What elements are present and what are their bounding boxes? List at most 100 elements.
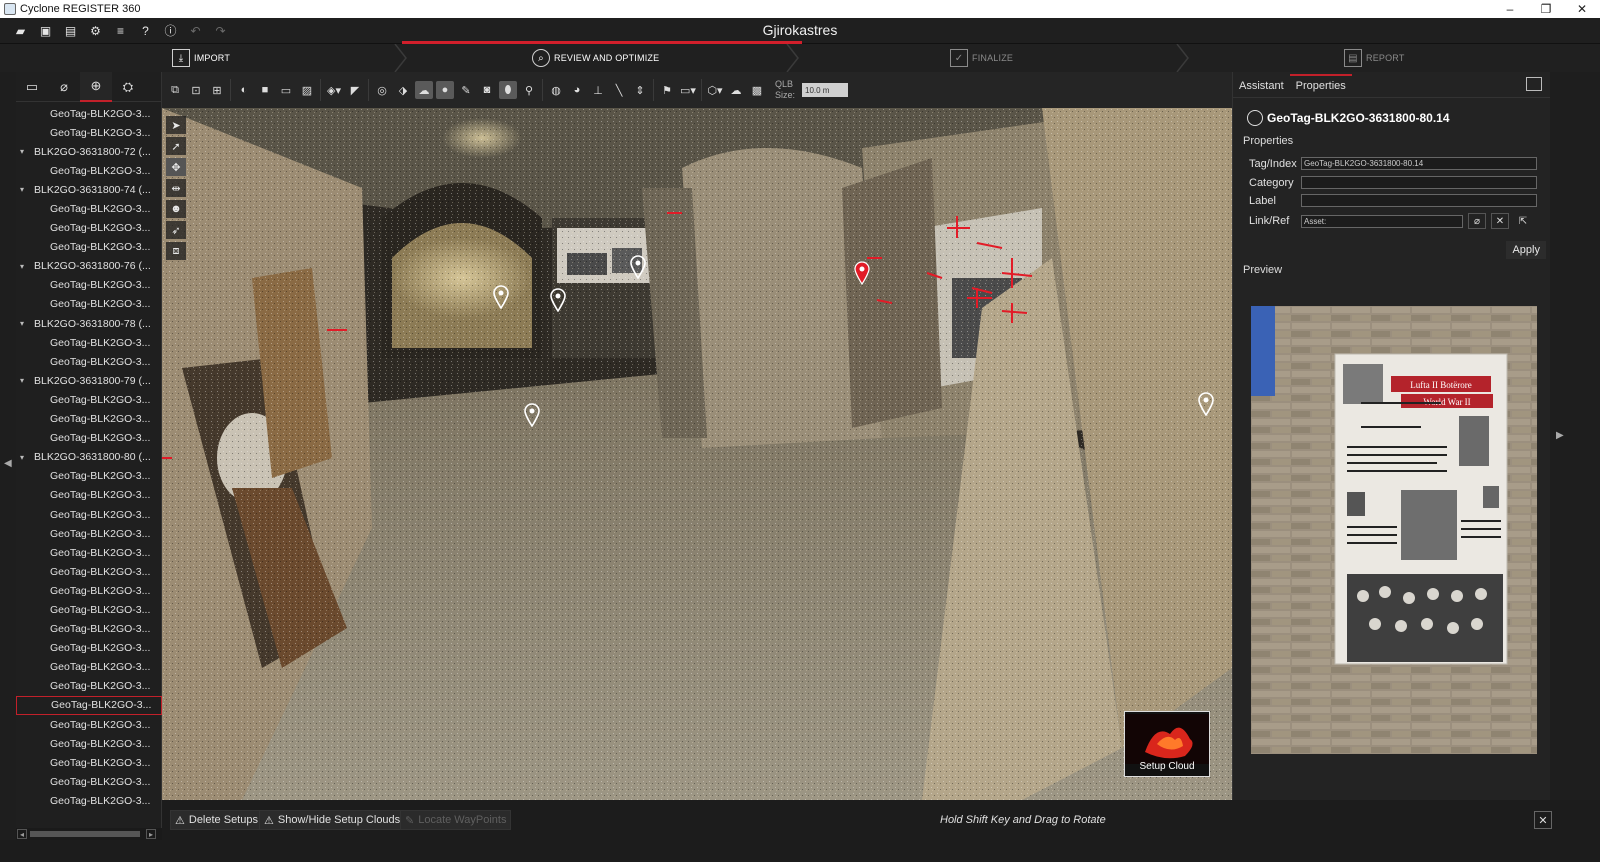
tree-item-row[interactable]: GeoTag-BLK2GO-3... xyxy=(16,410,162,429)
walk-icon[interactable]: ☻ xyxy=(166,200,186,218)
render-mode-icon[interactable]: ◐ xyxy=(235,81,253,99)
tree-item-row[interactable]: GeoTag-BLK2GO-3... xyxy=(16,791,162,810)
tag-index-field[interactable]: GeoTag-BLK2GO-3631800-80.14 xyxy=(1301,157,1537,170)
globe-icon[interactable]: ◍ xyxy=(547,81,565,99)
apply-button[interactable]: Apply xyxy=(1506,241,1546,259)
tree-item-row[interactable]: GeoTag-BLK2GO-3... xyxy=(16,238,162,257)
orbit-icon[interactable]: ✥ xyxy=(166,158,186,176)
target-icon[interactable]: ◎ xyxy=(373,81,391,99)
show-hide-setup-clouds-button[interactable]: ⚠ Show/Hide Setup Clouds xyxy=(259,810,406,830)
collapse-right-panel-icon[interactable]: ▶ xyxy=(1556,430,1564,441)
delete-setups-button[interactable]: ⚠ Delete Setups xyxy=(170,810,263,830)
tree-item-row[interactable]: GeoTag-BLK2GO-3... xyxy=(16,772,162,791)
sphere-icon[interactable]: ● xyxy=(436,81,454,99)
tree-group-row[interactable]: ▾ BLK2GO-3631800-80 (... xyxy=(16,448,162,467)
tree-item-row[interactable]: GeoTag-BLK2GO-3... xyxy=(16,695,162,715)
tree-item-row[interactable]: GeoTag-BLK2GO-3... xyxy=(16,219,162,238)
close-window-button[interactable]: ✕ xyxy=(1564,0,1600,18)
section-icon[interactable]: ◤ xyxy=(346,81,364,99)
geotag-tab-icon[interactable]: ⊕ xyxy=(80,72,112,102)
pencil-icon[interactable]: ✎ xyxy=(457,81,475,99)
tree-item-row[interactable]: GeoTag-BLK2GO-3... xyxy=(16,104,162,123)
camera-icon[interactable]: ◙ xyxy=(478,81,496,99)
tree-item-row[interactable]: GeoTag-BLK2GO-3... xyxy=(16,581,162,600)
tree-item-row[interactable]: GeoTag-BLK2GO-3... xyxy=(16,123,162,142)
horizontal-scrollbar[interactable]: ◂ ▸ xyxy=(16,828,162,840)
link-ref-field[interactable]: Asset: xyxy=(1301,214,1463,228)
clouds-icon[interactable]: ☁ xyxy=(727,81,745,99)
tree-item-row[interactable]: GeoTag-BLK2GO-3... xyxy=(16,715,162,734)
expand-triangle-icon[interactable]: ▾ xyxy=(20,319,34,328)
attach-link-icon[interactable]: ⌀ xyxy=(1468,213,1486,229)
expand-triangle-icon[interactable]: ▾ xyxy=(20,262,34,271)
open-folder-icon[interactable]: ▰ xyxy=(12,22,29,39)
geotag-pin-marker[interactable] xyxy=(493,285,509,309)
setup-cloud-button[interactable]: Setup Cloud xyxy=(1124,711,1210,777)
tree-item-row[interactable]: GeoTag-BLK2GO-3... xyxy=(16,524,162,543)
tree-item-row[interactable]: GeoTag-BLK2GO-3... xyxy=(16,429,162,448)
tree-group-row[interactable]: ▾ BLK2GO-3631800-74 (... xyxy=(16,180,162,199)
links-tab-icon[interactable]: ⌀ xyxy=(48,72,80,102)
tree-item-row[interactable]: GeoTag-BLK2GO-3... xyxy=(16,734,162,753)
locate-waypoints-button[interactable]: ✎ Locate WayPoints xyxy=(400,810,512,830)
tree-item-row[interactable]: GeoTag-BLK2GO-3... xyxy=(16,562,162,581)
qlb-size-input[interactable]: 10.0 m xyxy=(802,83,849,97)
tree-item-row[interactable]: GeoTag-BLK2GO-3... xyxy=(16,390,162,409)
globe-pin-icon[interactable]: ◕ xyxy=(568,81,586,99)
expand-triangle-icon[interactable]: ▾ xyxy=(20,376,34,385)
collapse-left-panel-icon[interactable]: ◀ xyxy=(4,458,12,469)
step-review-and-optimize[interactable]: ⌕ REVIEW AND OPTIMIZE xyxy=(532,44,659,72)
expand-triangle-icon[interactable]: ▾ xyxy=(20,147,34,156)
selected-geotag-pin-marker[interactable] xyxy=(854,261,870,285)
tree-item-row[interactable]: GeoTag-BLK2GO-3... xyxy=(16,753,162,772)
leveling-icon[interactable]: ⇕ xyxy=(631,81,649,99)
tree-item-row[interactable]: GeoTag-BLK2GO-3... xyxy=(16,352,162,371)
measure-icon[interactable]: ╲ xyxy=(610,81,628,99)
walkthrough-icon[interactable]: ⚑ xyxy=(658,81,676,99)
minimize-button[interactable]: – xyxy=(1492,0,1528,18)
category-field[interactable] xyxy=(1301,176,1537,189)
scrollbar-thumb[interactable] xyxy=(30,831,140,837)
qlb-icon[interactable]: ▩ xyxy=(748,81,766,99)
cube-dropdown-icon[interactable]: ⬡▾ xyxy=(706,81,724,99)
limit-box-icon[interactable]: ▭ xyxy=(277,81,295,99)
zoom-extents-icon[interactable]: ⊞ xyxy=(208,81,226,99)
scroll-right-icon[interactable]: ▸ xyxy=(146,829,156,839)
tree-item-row[interactable]: GeoTag-BLK2GO-3... xyxy=(16,333,162,352)
cloud-icon[interactable]: ☁ xyxy=(415,81,433,99)
tab-properties[interactable]: Properties xyxy=(1289,74,1352,97)
step-import[interactable]: ⤓ IMPORT xyxy=(172,44,230,72)
tree-item-row[interactable]: GeoTag-BLK2GO-3... xyxy=(16,620,162,639)
view-cube-icon[interactable]: ⧉ xyxy=(166,81,184,99)
point-cloud-viewport[interactable] xyxy=(162,108,1232,800)
expand-triangle-icon[interactable]: ▾ xyxy=(20,185,34,194)
expand-triangle-icon[interactable]: ▾ xyxy=(20,453,34,462)
setups-tab-icon[interactable]: ▭ xyxy=(16,72,48,102)
geotag-pin-marker[interactable] xyxy=(524,403,540,427)
tree-item-row[interactable]: GeoTag-BLK2GO-3... xyxy=(16,161,162,180)
display-dropdown-icon[interactable]: ▭▾ xyxy=(679,81,697,99)
geotag-pin-marker[interactable] xyxy=(1198,392,1214,416)
view-box-icon[interactable]: ⧈ xyxy=(166,242,186,260)
box-view-icon[interactable]: ■ xyxy=(256,81,274,99)
gear-icon[interactable]: ⚙ xyxy=(87,22,104,39)
geotag-pin-marker[interactable] xyxy=(550,288,566,312)
tree-item-row[interactable]: GeoTag-BLK2GO-3... xyxy=(16,276,162,295)
axes-icon[interactable]: ⊥ xyxy=(589,81,607,99)
tree-group-row[interactable]: ▾ BLK2GO-3631800-72 (... xyxy=(16,142,162,161)
redo-icon[interactable]: ↷ xyxy=(212,22,229,39)
clear-link-icon[interactable]: ✕ xyxy=(1491,213,1509,229)
visibility-dropdown-icon[interactable]: ◈▾ xyxy=(325,81,343,99)
geotag-pin-icon[interactable]: ⬮ xyxy=(499,81,517,99)
scroll-left-icon[interactable]: ◂ xyxy=(17,829,27,839)
tree-item-row[interactable]: GeoTag-BLK2GO-3... xyxy=(16,505,162,524)
database-icon[interactable]: ≡ xyxy=(112,22,129,39)
open-link-icon[interactable]: ⇱ xyxy=(1514,213,1532,229)
tree-group-row[interactable]: ▾ BLK2GO-3631800-76 (... xyxy=(16,257,162,276)
fit-view-icon[interactable]: ⊡ xyxy=(187,81,205,99)
maximize-button[interactable]: ❐ xyxy=(1528,0,1564,18)
tree-item-row[interactable]: GeoTag-BLK2GO-3... xyxy=(16,543,162,562)
step-report[interactable]: ▤ REPORT xyxy=(1344,44,1405,72)
tree-item-row[interactable]: GeoTag-BLK2GO-3... xyxy=(16,658,162,677)
geotag-pin-marker[interactable] xyxy=(630,255,646,279)
